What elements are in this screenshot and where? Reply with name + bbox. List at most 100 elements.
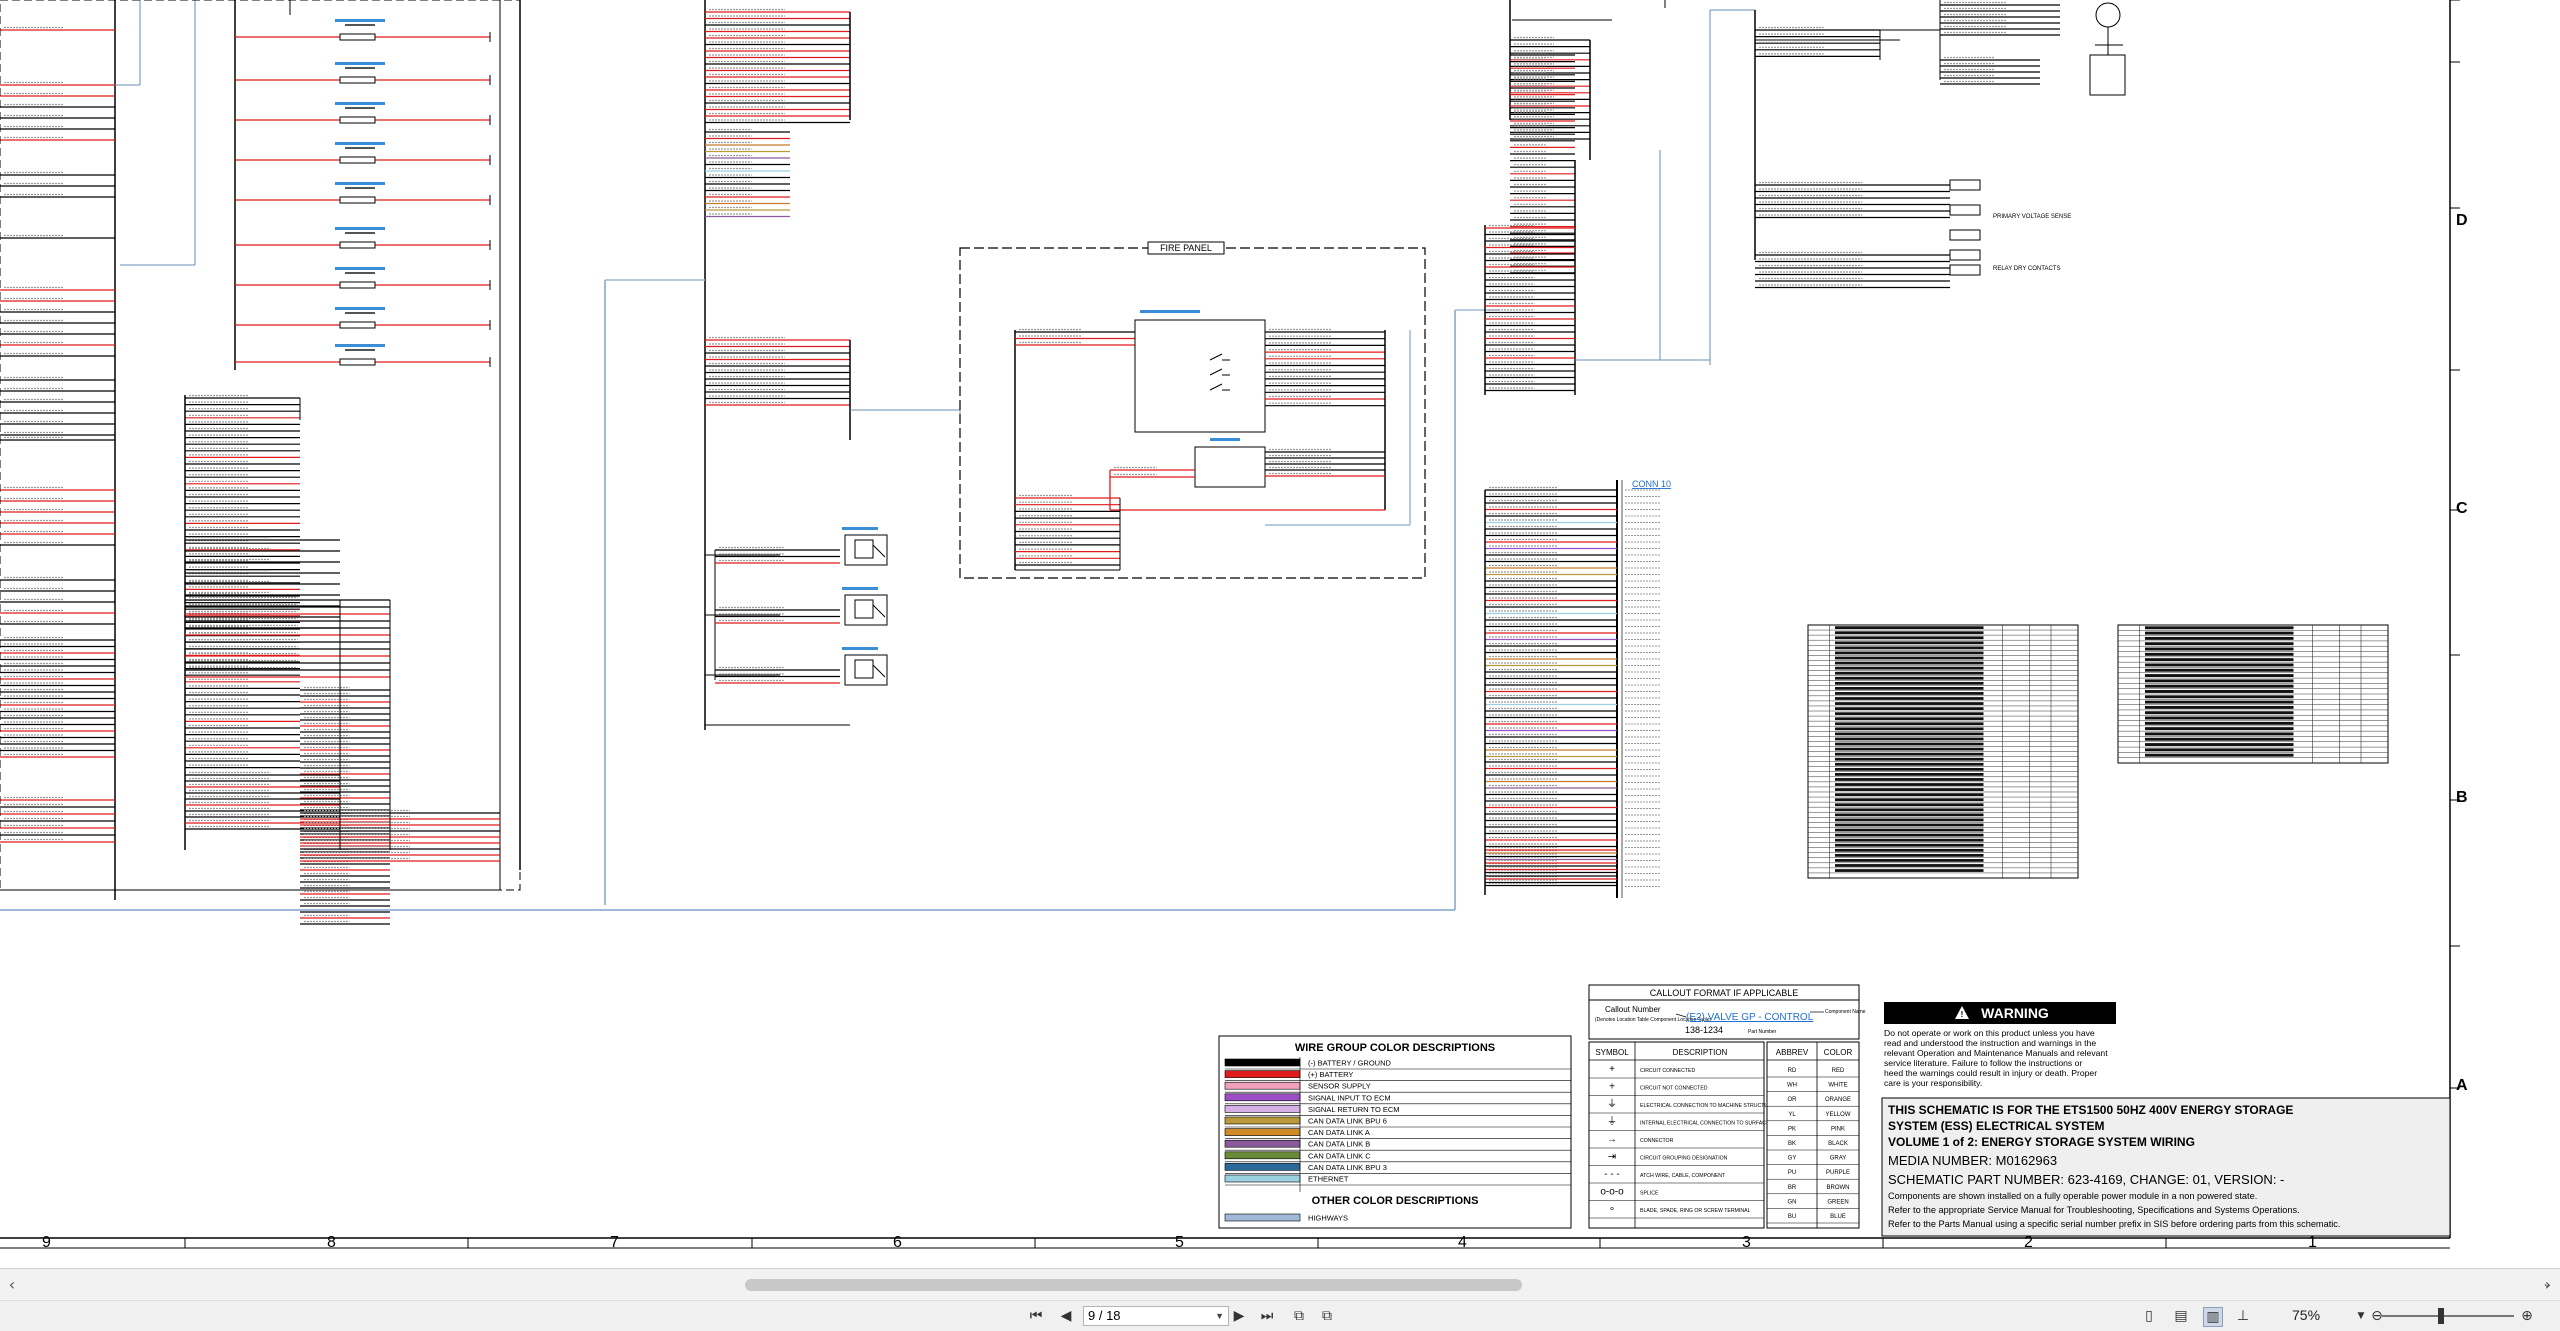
symbol-table-header: DESCRIPTION (1673, 1048, 1728, 1057)
symbol-table-header: SYMBOL (1595, 1048, 1629, 1057)
wire-bundle-firepanel-out (1265, 328, 1385, 407)
wire-bundle-col8-e (185, 771, 340, 830)
callout-example: (E2) VALVE GP - CONTROL (1686, 1012, 1814, 1023)
fuse-symbol (339, 358, 376, 366)
abbrev-color: PINK (1831, 1126, 1845, 1132)
abbrev-code: BK (1788, 1141, 1796, 1147)
single-page-icon[interactable]: ▯ (2140, 1307, 2158, 1325)
fuse-symbol (339, 321, 376, 329)
wire-legend-swatch (1224, 1093, 1301, 1102)
row-letter-B: B (2456, 789, 2468, 806)
abbrev-color: PURPLE (1826, 1170, 1850, 1176)
wire-legend-item: CAN DATA LINK BPU 6 (1308, 1117, 1387, 1126)
wire-legend-item: SIGNAL INPUT TO ECM (1308, 1093, 1391, 1102)
other-legend-item: HIGHWAYS (1308, 1214, 1348, 1223)
cover-page-icon[interactable]: ⊥ (2234, 1307, 2252, 1325)
wire-bundle-col8-f (300, 809, 500, 862)
zoom-slider-thumb[interactable] (2438, 1308, 2444, 1324)
fuse-symbol (339, 116, 376, 124)
media-number: MEDIA NUMBER: M0162963 (1888, 1153, 2057, 1168)
primary-voltage-label: PRIMARY VOLTAGE SENSE (1993, 214, 2071, 220)
symbol-description: BLADE, SPADE, RING OR SCREW TERMINAL (1640, 1208, 1751, 1214)
warning-icon-mark: ! (1961, 1010, 1964, 1019)
symbol-glyph: + (1609, 1082, 1615, 1093)
scrollbar-thumb[interactable] (745, 1279, 1522, 1291)
wire-legend-swatch (1224, 1058, 1301, 1067)
wire-legend-item: (+) BATTERY (1308, 1070, 1353, 1079)
last-page-icon[interactable]: ⏭ (1258, 1307, 1276, 1325)
warning-text-line: service literature. Failure to follow th… (1884, 1058, 2082, 1068)
abbrev-color: BROWN (1827, 1185, 1850, 1191)
column-number-8: 8 (327, 1234, 336, 1251)
chevron-down-icon[interactable]: ▼ (1215, 1307, 1224, 1325)
abbrev-color: WHITE (1828, 1083, 1847, 1089)
row-letter-C: C (2456, 500, 2468, 517)
abbrev-color: GRAY (1830, 1156, 1847, 1162)
wire-bundle-col7-a (705, 8, 850, 124)
wire-legend-swatch (1224, 1174, 1301, 1183)
wire-legend-swatch (1224, 1116, 1301, 1125)
column-number-1: 1 (2308, 1234, 2317, 1251)
wire-bundle-left-2 (0, 171, 115, 198)
symbol-description: CIRCUIT GROUPING DESIGNATION (1640, 1156, 1728, 1162)
wire-legend-swatch (1224, 1163, 1301, 1171)
fuse-symbol (339, 156, 376, 164)
page-number-input[interactable]: 9 / 18 ▼ (1083, 1306, 1229, 1326)
relay-dry-label: RELAY DRY CONTACTS (1993, 266, 2060, 272)
wire-bundle-left-9 (0, 636, 115, 758)
next-view-icon: ⧉ (1322, 1308, 1332, 1324)
horizontal-scrollbar[interactable]: ‹ › (0, 1268, 2560, 1301)
wire-bundle-left-6 (0, 436, 115, 441)
abbrev-color: ORANGE (1825, 1097, 1851, 1103)
wire-legend-item: (-) BATTERY / GROUND (1308, 1059, 1392, 1068)
row-letter-A: A (2456, 1077, 2468, 1094)
zoom-in-icon[interactable]: ⊕ (2518, 1307, 2536, 1325)
symbol-description: ELECTRICAL CONNECTION TO MACHINE STRUCTU… (1640, 1103, 1776, 1109)
next-page-icon[interactable]: ▶ (1230, 1307, 1248, 1325)
wire-bundle-col7-c (705, 336, 850, 406)
warning-text-line: heed the warnings could result in injury… (1884, 1068, 2097, 1078)
callout-part-number-label: Part Number (1748, 1029, 1777, 1035)
parts-table-2 (2117, 624, 2389, 764)
schematic-canvas: D C B A 9 8 7 6 5 4 3 2 1 FIRE PANEL CONN 10 PRIMARY VO… (0, 0, 2468, 1251)
callout-part-number: 138-1234 (1685, 1025, 1723, 1035)
symbol-glyph: ∘ (1609, 1204, 1615, 1215)
wire-legend-swatch (1224, 1070, 1301, 1078)
wire-bundle-firepanel-low (1015, 494, 1120, 566)
wire-bundle-col2-relay-b (1940, 56, 2040, 85)
wire-legend-swatch (1224, 1105, 1301, 1113)
fire-control-panel (1134, 319, 1266, 433)
wire-bundle-firepanel-in (1015, 328, 1135, 346)
fuse-symbol (339, 33, 376, 41)
wire-legend-item: CAN DATA LINK B (1308, 1140, 1370, 1149)
wire-legend-item: ETHERNET (1308, 1175, 1349, 1184)
fuse-symbol (339, 281, 376, 289)
prev-view-icon[interactable]: ⧉ (1290, 1307, 1308, 1325)
row-letter-D: D (2456, 212, 2468, 229)
title-note-2: Refer to the appropriate Service Manual … (1888, 1205, 2300, 1215)
facing-page-icon[interactable]: ▥ (2203, 1307, 2223, 1327)
wire-legend-item: CAN DATA LINK C (1308, 1151, 1371, 1160)
document-viewport[interactable]: D C B A 9 8 7 6 5 4 3 2 1 FIRE PANEL CONN 10 PRIMARY VO… (0, 0, 2560, 1262)
symbol-glyph: ⏚ (1607, 1116, 1617, 1128)
column-number-3: 3 (1742, 1234, 1751, 1251)
wire-legend-swatch (1224, 1128, 1301, 1136)
wire-bundle-module-in (1110, 466, 1195, 478)
navigation-toolbar: ⏮ ◀ 9 / 18 ▼ ▶ ⏭ ⧉ ⧉ ▯ ▤ ▥ ⊥ 75% ▼ ⊖ ⊕ (0, 1300, 2560, 1331)
scroll-left-icon[interactable]: ‹ (2, 1275, 22, 1295)
callout-number-label: Callout Number (1605, 1005, 1661, 1014)
fire-panel-title: FIRE PANEL (1160, 243, 1212, 253)
symbol-description: SPLICE (1640, 1191, 1659, 1197)
wire-legend-item: SENSOR SUPPLY (1308, 1082, 1371, 1091)
first-page-icon[interactable]: ⏮ (1027, 1307, 1045, 1325)
zoom-slider[interactable] (2382, 1315, 2514, 1317)
connector-block (1949, 179, 1981, 191)
zoom-level[interactable]: 75% (2292, 1307, 2320, 1323)
title-line-3: VOLUME 1 of 2: ENERGY STORAGE SYSTEM WIR… (1888, 1135, 2195, 1149)
continuous-page-icon[interactable]: ▤ (2172, 1307, 2190, 1325)
abbrev-code: BR (1788, 1185, 1797, 1191)
symbol-glyph: → (1607, 1134, 1617, 1145)
prev-page-icon[interactable]: ◀ (1057, 1307, 1075, 1325)
scroll-down-icon[interactable]: ⌄ (2542, 1276, 2552, 1290)
wire-legend-swatch (1224, 1139, 1301, 1148)
